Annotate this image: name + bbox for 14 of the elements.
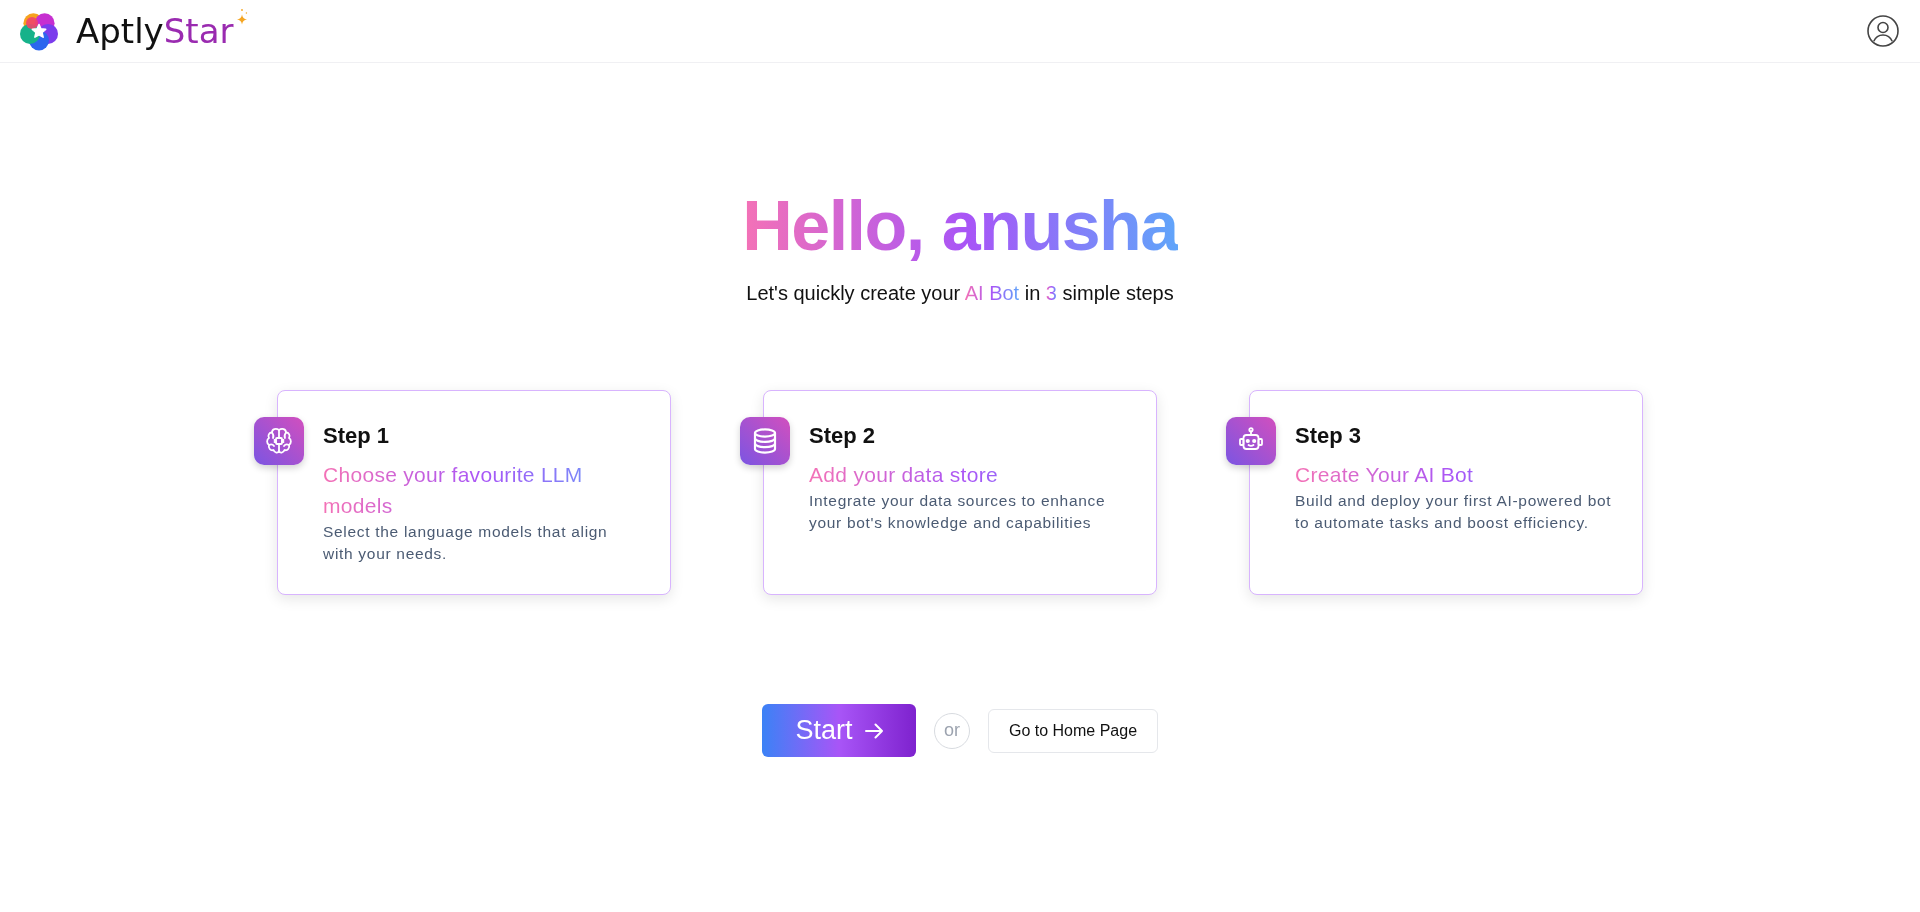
step-description: Build and deploy your first AI-powered bot to automate tasks and boost efficiency. (1295, 491, 1613, 533)
home-page-button[interactable]: Go to Home Page (988, 708, 1158, 753)
sparkle-icon (236, 9, 248, 25)
brand-name: AptlyStar (76, 14, 234, 48)
step-title: Step 3 (1295, 422, 1363, 450)
step-title: Step 1 (323, 422, 391, 450)
step-description: Integrate your data sources to enhance your bot's knowledge and capabilities (809, 491, 1107, 533)
step-description: Select the language models that align with your needs. (323, 522, 609, 564)
user-icon[interactable] (1867, 15, 1899, 47)
greeting-subtitle: Let's quickly create your AI Bot in 3 simple steps (746, 281, 1174, 306)
step-title: Step 2 (809, 422, 877, 450)
arrow-right-icon (864, 722, 883, 739)
start-button[interactable]: Start (762, 704, 916, 757)
logo-icon (18, 11, 60, 51)
